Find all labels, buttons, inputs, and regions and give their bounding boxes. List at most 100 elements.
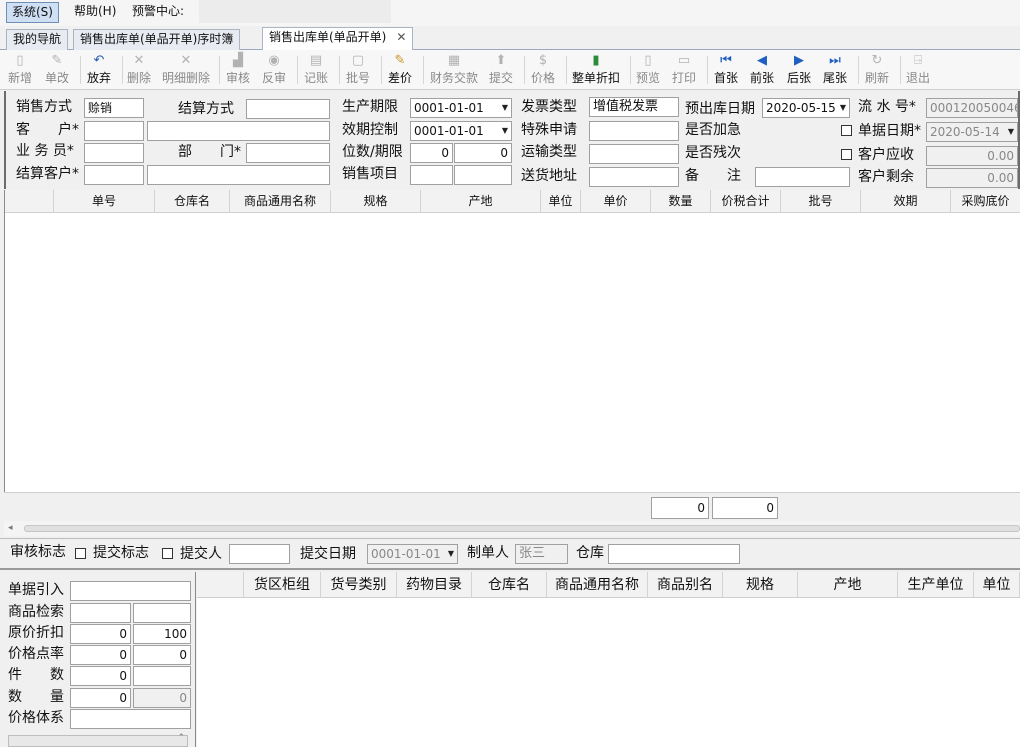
prev-button[interactable]: ◀ 前张 [750,52,774,88]
exit-button[interactable]: ⍈ 退出 [906,52,930,88]
discount-rate-field[interactable]: 100 [133,624,191,644]
last-button[interactable]: ⏭ 尾张 [823,52,847,88]
new-button[interactable]: ▯ 新增 [8,52,32,88]
close-icon[interactable]: ✕ [396,30,406,44]
product-search-code[interactable] [70,603,131,623]
pieces-field[interactable]: 0 [70,666,131,686]
doc-date-select[interactable]: 2020-05-14 [926,122,1018,142]
urgent-checkbox[interactable] [841,125,852,136]
submit-button[interactable]: ⬆ 提交 [489,52,513,88]
delete-button[interactable]: ✕ 删除 [127,52,151,88]
remark-field[interactable] [755,167,850,187]
price-system-field[interactable] [70,709,191,729]
audit-button[interactable]: ▟ 审核 [226,52,250,88]
column-header[interactable]: 单价 [581,190,651,213]
settle-customer-code-field[interactable] [84,165,144,185]
submit-flag-label: 提交标志 [93,545,149,561]
column-header[interactable]: 产地 [798,572,898,598]
panel-scrollbar[interactable]: ⌃ [8,733,188,747]
discount-field[interactable]: 0 [70,624,131,644]
sales-item-name-field[interactable] [454,165,512,185]
submit-flag-checkbox[interactable] [162,548,173,559]
price-diff-button[interactable]: ✎ 差价 [388,52,412,88]
department-field[interactable] [246,143,330,163]
preview-button[interactable]: ▯ 预览 [636,52,660,88]
product-search-name[interactable] [133,603,191,623]
column-header[interactable]: 货区柜组 [244,572,321,598]
menu-help[interactable]: 帮助(H) [69,2,121,23]
invoice-type-field[interactable]: 增值税发票 [589,97,679,117]
product-lookup-grid[interactable]: 货区柜组 货号类别 药物目录 仓库名 商品通用名称 商品别名 规格 产地 生产单… [197,572,1020,747]
special-request-field[interactable] [589,121,679,141]
horizontal-scrollbar[interactable]: ◂ [4,521,1020,536]
column-header[interactable]: 商品通用名称 [230,190,331,213]
delete-detail-button[interactable]: ✕ 明细删除 [162,52,210,88]
product-entry-panel: 单据引入 商品检索 原价折扣 0 100 价格点率 0 0 件 数 0 数 量 … [0,572,196,747]
price-button[interactable]: $ 价格 [531,52,555,88]
digits-field[interactable]: 0 [410,143,453,163]
column-header[interactable]: 规格 [331,190,421,213]
whole-discount-button[interactable]: ▮ 整单折扣 [572,52,620,88]
quantity-field[interactable]: 0 [70,688,131,708]
doc-import-field[interactable] [70,581,191,601]
price-rate-value-field[interactable]: 0 [133,645,191,665]
transport-type-field[interactable] [589,144,679,164]
column-header[interactable]: 仓库名 [472,572,547,598]
sales-item-code-field[interactable] [410,165,453,185]
expiry-control-select[interactable]: 0001-01-01 [410,121,512,141]
column-header[interactable]: 价税合计 [711,190,781,213]
column-header[interactable]: 采购底价 [951,190,1020,213]
price-rate-field[interactable]: 0 [70,645,131,665]
toolbar-separator [339,56,340,84]
next-button[interactable]: ▶ 后张 [787,52,811,88]
residual-checkbox[interactable] [841,149,852,160]
column-header[interactable]: 规格 [723,572,798,598]
column-header[interactable]: 仓库名 [155,190,230,213]
refresh-button[interactable]: ↻ 刷新 [865,52,889,88]
column-header[interactable]: 效期 [861,190,951,213]
ship-address-field[interactable] [589,167,679,187]
production-limit-select[interactable]: 0001-01-01 [410,98,512,118]
print-button[interactable]: ▭ 打印 [672,52,696,88]
settle-customer-name-field[interactable] [147,165,330,185]
customer-name-field[interactable] [147,121,330,141]
scroll-left-icon[interactable]: ◂ [8,523,13,533]
settle-mode-field[interactable] [246,99,330,119]
column-header[interactable]: 产地 [421,190,541,213]
scrollbar-thumb[interactable] [24,525,1020,532]
column-header[interactable]: 药物目录 [397,572,472,598]
pieces-unit-field[interactable] [133,666,191,686]
period-field[interactable]: 0 [454,143,512,163]
column-header[interactable]: 数量 [651,190,711,213]
first-button[interactable]: ⏮ 首张 [714,52,738,88]
copy-button[interactable]: ✎ 单改 [45,52,69,88]
tab-my-nav[interactable]: 我的导航 [6,29,69,50]
alert-center-box[interactable] [199,0,391,23]
chevron-up-icon[interactable]: ⌃ [177,733,185,743]
column-header[interactable]: 单号 [54,190,155,213]
batch-button[interactable]: ▢ 批号 [346,52,370,88]
unaudit-button[interactable]: ◉ 反审 [262,52,286,88]
menu-system[interactable]: 系统(S) [6,2,59,23]
customer-code-field[interactable] [84,121,144,141]
column-header[interactable]: 单位 [974,572,1020,598]
finance-button[interactable]: ▦ 财务交款 [430,52,478,88]
column-header[interactable]: 批号 [781,190,861,213]
tab-sales-outbound[interactable]: 销售出库单(单品开单) ✕ [262,27,414,51]
salesman-field[interactable] [84,143,144,163]
expected-date-select[interactable]: 2020-05-15 [762,98,850,118]
audit-flag-checkbox[interactable] [75,548,86,559]
detail-grid[interactable]: 单号 仓库名 商品通用名称 规格 产地 单位 单价 数量 价税合计 批号 效期 … [4,190,1020,520]
sale-mode-field[interactable]: 赊销 [84,98,144,118]
column-header[interactable]: 货号类别 [321,572,397,598]
submitter-field[interactable] [229,544,290,564]
column-header[interactable]: 商品别名 [648,572,723,598]
column-header[interactable]: 单位 [541,190,581,213]
column-header[interactable]: 生产单位 [898,572,974,598]
warehouse-field[interactable] [608,544,740,564]
discard-button[interactable]: ↶ 放弃 [87,52,111,88]
column-header[interactable]: 商品通用名称 [547,572,648,598]
submit-date-select[interactable]: 0001-01-01 [367,544,458,564]
post-button[interactable]: ▤ 记账 [304,52,328,88]
tab-sales-ledger[interactable]: 销售出库单(单品开单)序时簿 [73,29,241,50]
